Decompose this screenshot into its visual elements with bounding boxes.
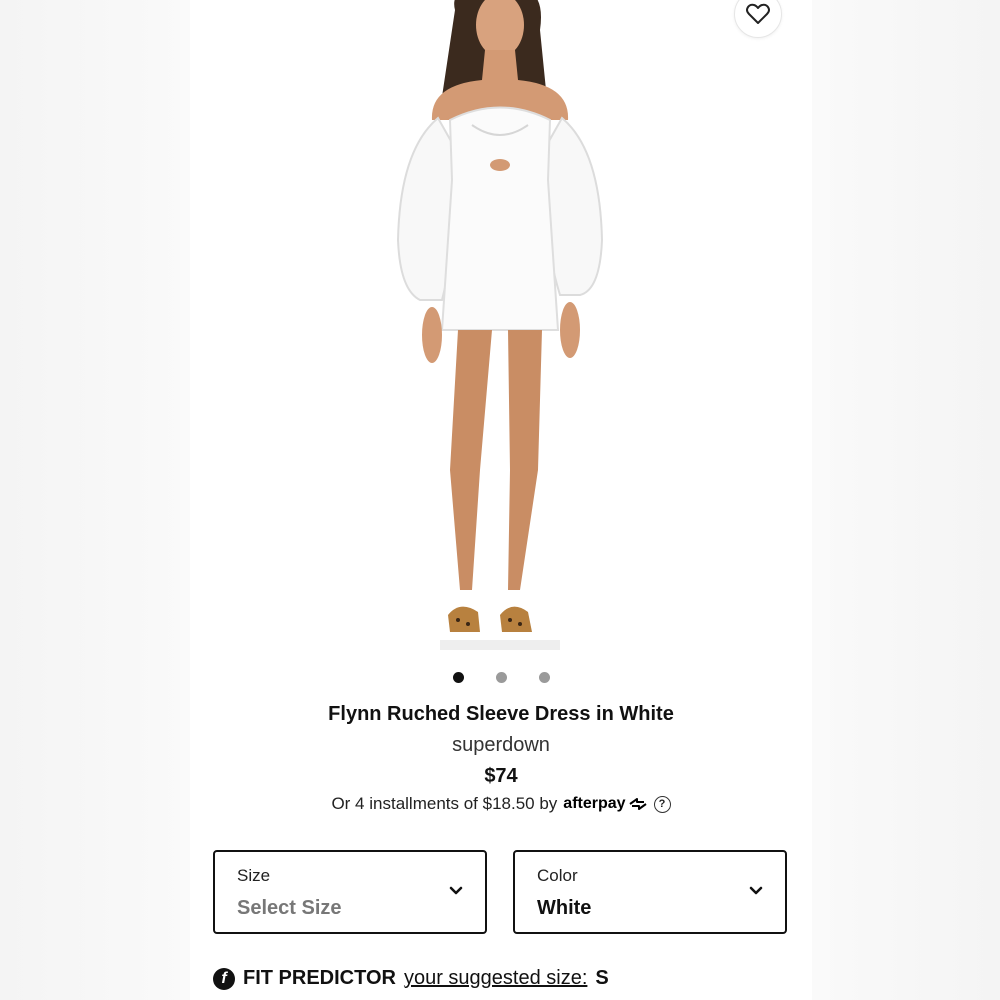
wishlist-button[interactable]: [734, 0, 782, 38]
afterpay-arrows-icon: [628, 798, 647, 810]
product-page: Flynn Ruched Sleeve Dress in White super…: [190, 0, 812, 1000]
size-select-value: Select Size: [237, 897, 342, 919]
gallery-dot-1[interactable]: [452, 672, 464, 683]
heart-icon: [746, 3, 770, 24]
fit-predictor-title: FIT PREDICTOR: [243, 967, 396, 989]
afterpay-logo: afterpay: [563, 795, 647, 813]
installments-info: Or 4 installments of $18.50 by afterpay …: [190, 794, 812, 814]
chevron-down-icon: [449, 886, 463, 895]
help-icon[interactable]: ?: [653, 795, 671, 813]
size-select[interactable]: Size Select Size: [213, 850, 487, 934]
fit-predictor-icon: f: [213, 967, 235, 990]
product-image[interactable]: [380, 0, 620, 660]
chevron-down-icon: [749, 886, 763, 895]
afterpay-label: afterpay: [563, 795, 626, 812]
gallery-dot-2[interactable]: [495, 672, 507, 683]
color-select[interactable]: Color White: [513, 850, 787, 934]
size-select-label: Size: [237, 866, 271, 885]
color-select-label: Color: [537, 866, 578, 885]
model-illustration: [396, 0, 604, 650]
suggested-size-value: S: [595, 967, 609, 989]
product-price: $74: [484, 765, 518, 787]
background-left: [0, 0, 190, 1000]
gallery-pagination: [190, 672, 812, 683]
installments-text: Or 4 installments of $18.50 by: [331, 794, 558, 813]
fit-predictor: f FIT PREDICTOR your suggested size: S: [213, 967, 609, 990]
gallery-dot-3[interactable]: [538, 672, 550, 683]
color-select-value: White: [537, 897, 592, 919]
product-title: Flynn Ruched Sleeve Dress in White: [328, 703, 674, 725]
product-brand[interactable]: superdown: [190, 734, 812, 757]
background-right: [812, 0, 1000, 1000]
suggested-size-link[interactable]: your suggested size:: [404, 967, 587, 990]
